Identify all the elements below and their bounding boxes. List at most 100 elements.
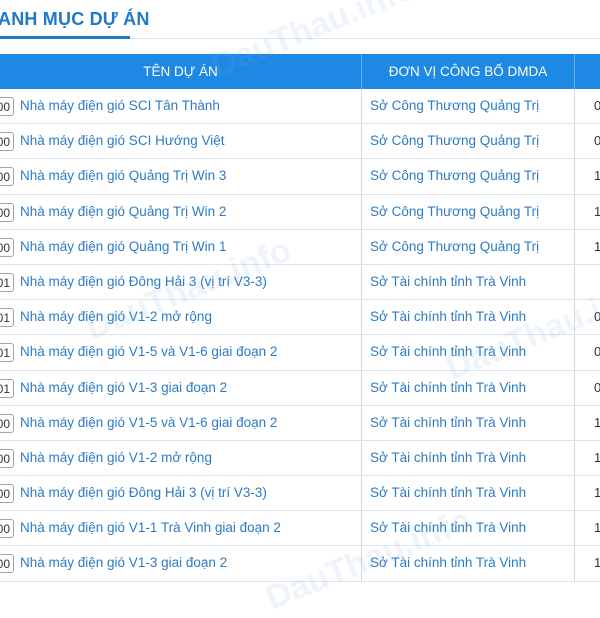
row-extra-value: 1 xyxy=(594,414,600,430)
column-divider xyxy=(574,124,575,159)
row-index-cell: 01 xyxy=(0,335,20,369)
column-divider xyxy=(361,229,362,264)
column-header-project-name[interactable]: TÊN DỰ ÁN xyxy=(0,54,361,89)
row-index-cell: 00 xyxy=(0,476,20,510)
row-index-box: 00 xyxy=(0,237,14,257)
column-divider xyxy=(574,511,575,546)
publishing-unit-link[interactable]: Sở Tài chính tỉnh Trà Vinh xyxy=(370,406,570,440)
project-name-link[interactable]: Nhà máy điện gió SCI Tân Thành xyxy=(20,89,360,123)
section-title: ANH MỤC DỰ ÁN xyxy=(0,9,150,29)
row-extra-value: 1 xyxy=(594,449,600,465)
publishing-unit-link[interactable]: Sở Tài chính tỉnh Trà Vinh xyxy=(370,441,570,475)
publishing-unit-link[interactable]: Sở Công Thương Quảng Trị xyxy=(370,230,570,264)
column-divider xyxy=(361,546,362,581)
row-index-cell: 00 xyxy=(0,511,20,545)
row-index-box: 00 xyxy=(0,554,14,574)
row-extra-value: 1 xyxy=(594,555,600,571)
project-name-link[interactable]: Nhà máy điện gió V1-2 mở rộng xyxy=(20,441,360,475)
publishing-unit-link[interactable]: Sở Tài chính tỉnh Trà Vinh xyxy=(370,300,570,334)
column-divider xyxy=(361,89,362,124)
row-index-cell: 00 xyxy=(0,441,20,475)
table-row: 01 Nhà máy điện gió V1-3 giai đoạn 2 Sở Tà… xyxy=(0,370,600,406)
project-name-link[interactable]: Nhà máy điện gió Quảng Trị Win 1 xyxy=(20,230,360,264)
table-row: 00 Nhà máy điện gió Quảng Trị Win 1 Sở Côn… xyxy=(0,229,600,265)
row-index-box: 00 xyxy=(0,132,14,152)
project-name-link[interactable]: Nhà máy điện gió V1-5 và V1-6 giai đoạn … xyxy=(20,335,360,369)
table-row: 00 Nhà máy điện gió V1-2 mở rộng Sở Tài ch… xyxy=(0,440,600,477)
row-index-cell: 00 xyxy=(0,89,20,123)
column-divider xyxy=(574,335,575,370)
publishing-unit-link[interactable]: Sở Tài chính tỉnh Trà Vinh xyxy=(370,335,570,369)
project-name-link[interactable]: Nhà máy điện gió V1-3 giai đoạn 2 xyxy=(20,546,360,580)
row-index-cell: 00 xyxy=(0,124,20,158)
row-index-box: 01 xyxy=(0,272,14,292)
column-divider xyxy=(361,264,362,300)
project-name-link[interactable]: Nhà máy điện gió V1-5 và V1-6 giai đoạn … xyxy=(20,406,360,440)
row-extra-value: 1 xyxy=(594,203,600,219)
section-header: ANH MỤC DỰ ÁN xyxy=(0,0,600,55)
row-index-box: 01 xyxy=(0,343,14,363)
table-row: 00 Nhà máy điện gió Quảng Trị Win 3 Sở Côn… xyxy=(0,159,600,195)
project-name-link[interactable]: Nhà máy điện gió Đông Hải 3 (vị trí V3-3… xyxy=(20,476,360,510)
row-extra-value: 0 xyxy=(594,98,600,113)
column-divider xyxy=(361,300,362,335)
row-index-cell: 00 xyxy=(0,230,20,264)
publishing-unit-link[interactable]: Sở Công Thương Quảng Trị xyxy=(370,89,570,123)
row-extra-value: 1 xyxy=(594,520,600,536)
column-divider xyxy=(574,370,575,405)
title-underline xyxy=(0,36,130,39)
project-name-link[interactable]: Nhà máy điện gió V1-1 Trà Vinh giai đoạn… xyxy=(20,511,360,545)
row-extra-value: 0 xyxy=(594,344,600,360)
row-extra-value xyxy=(594,265,600,299)
table-row: 00 Nhà máy điện gió V1-3 giai đoạn 2 Sở Tà… xyxy=(0,546,600,582)
column-header-extra[interactable] xyxy=(575,54,600,89)
row-index-cell: 01 xyxy=(0,265,20,299)
table-row: 00 Nhà máy điện gió SCI Tân Thành Sở Công … xyxy=(0,89,600,125)
project-name-link[interactable]: Nhà máy điện gió Đông Hải 3 (vị trí V3-3… xyxy=(20,265,360,299)
publishing-unit-link[interactable]: Sở Công Thương Quảng Trị xyxy=(370,159,570,193)
column-divider xyxy=(361,370,362,405)
table-row: 01 Nhà máy điện gió Đông Hải 3 (vị trí V3… xyxy=(0,264,600,301)
column-divider xyxy=(574,229,575,264)
column-divider xyxy=(574,300,575,335)
row-index-box: 00 xyxy=(0,202,14,222)
row-index-box: 00 xyxy=(0,519,14,539)
row-index-box: 00 xyxy=(0,413,14,433)
column-divider xyxy=(574,476,575,511)
row-index-cell: 00 xyxy=(0,195,20,229)
column-divider xyxy=(361,511,362,546)
table-row: 01 Nhà máy điện gió V1-5 và V1-6 giai đoạ… xyxy=(0,335,600,371)
project-name-link[interactable]: Nhà máy điện gió V1-3 giai đoạn 2 xyxy=(20,371,360,405)
row-index-cell: 01 xyxy=(0,371,20,405)
publishing-unit-link[interactable]: Sở Công Thương Quảng Trị xyxy=(370,195,570,229)
project-name-link[interactable]: Nhà máy điện gió V1-2 mở rộng xyxy=(20,300,360,334)
row-extra-value: 0 xyxy=(594,309,600,325)
column-header-publishing-unit[interactable]: ĐƠN VỊ CÔNG BỐ DMDA xyxy=(362,54,574,89)
table-row: 00 Nhà máy điện gió Quảng Trị Win 2 Sở Côn… xyxy=(0,194,600,230)
project-name-link[interactable]: Nhà máy điện gió SCI Hướng Việt xyxy=(20,124,360,158)
publishing-unit-link[interactable]: Sở Tài chính tỉnh Trà Vinh xyxy=(370,265,570,299)
column-divider xyxy=(361,159,362,194)
publishing-unit-link[interactable]: Sở Tài chính tỉnh Trà Vinh xyxy=(370,511,570,545)
row-index-box: 00 xyxy=(0,97,14,116)
column-divider xyxy=(574,440,575,476)
publishing-unit-link[interactable]: Sở Tài chính tỉnh Trà Vinh xyxy=(370,476,570,510)
table-row: 00 Nhà máy điện gió V1-1 Trà Vinh giai đo… xyxy=(0,511,600,547)
row-index-box: 01 xyxy=(0,378,14,398)
row-index-box: 00 xyxy=(0,448,14,468)
row-index-cell: 00 xyxy=(0,546,20,580)
column-divider xyxy=(361,335,362,370)
project-name-link[interactable]: Nhà máy điện gió Quảng Trị Win 2 xyxy=(20,195,360,229)
publishing-unit-link[interactable]: Sở Tài chính tỉnh Trà Vinh xyxy=(370,546,570,580)
column-divider xyxy=(361,476,362,511)
row-extra-value: 1 xyxy=(594,168,600,184)
table-row: 00 Nhà máy điện gió V1-5 và V1-6 giai đoạ… xyxy=(0,405,600,441)
column-divider xyxy=(361,124,362,159)
table-row: 01 Nhà máy điện gió V1-2 mở rộng Sở Tài ch… xyxy=(0,300,600,336)
project-name-link[interactable]: Nhà máy điện gió Quảng Trị Win 3 xyxy=(20,159,360,193)
publishing-unit-link[interactable]: Sở Tài chính tỉnh Trà Vinh xyxy=(370,371,570,405)
row-index-cell: 01 xyxy=(0,300,20,334)
publishing-unit-link[interactable]: Sở Công Thương Quảng Trị xyxy=(370,124,570,158)
column-divider xyxy=(574,159,575,194)
row-extra-value: 0 xyxy=(594,379,600,395)
